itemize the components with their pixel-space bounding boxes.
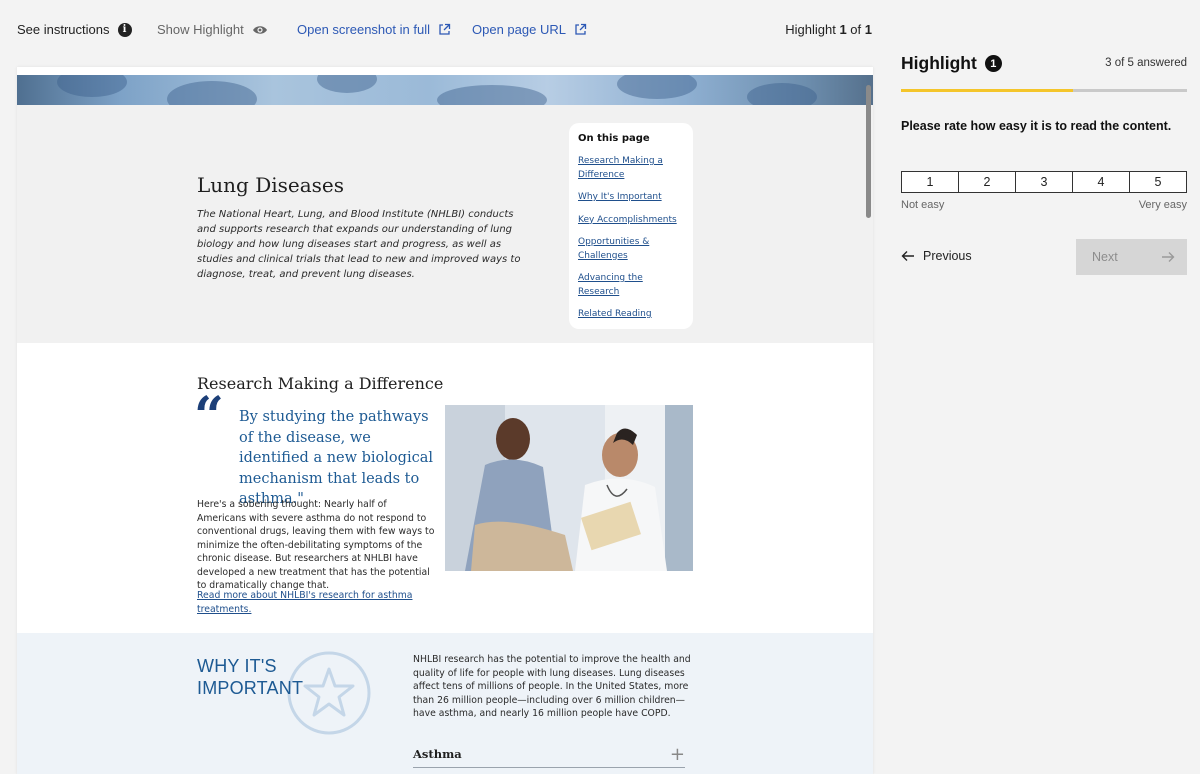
pull-quote: By studying the pathways of the disease,…	[239, 409, 433, 507]
toc-link-why-important[interactable]: Why It's Important	[578, 191, 684, 205]
open-screenshot-label: Open screenshot in full	[297, 22, 430, 37]
toc-link-related-reading[interactable]: Related Reading	[578, 308, 684, 322]
eye-icon	[252, 25, 267, 34]
toc-link-research[interactable]: Research Making a Difference	[578, 155, 684, 182]
screenshot-viewer[interactable]: Lung Diseases The National Heart, Lung, …	[17, 67, 873, 774]
toolbar: See instructions i Show Highlight Open s…	[0, 0, 890, 60]
page-title: Lung Diseases	[197, 173, 345, 197]
plus-icon[interactable]: +	[670, 744, 685, 765]
highlight-total: 1	[864, 22, 872, 37]
open-page-url-link[interactable]: Open page URL	[472, 22, 587, 37]
rating-panel: Highlight 1 3 of 5 answered Please rate …	[901, 0, 1187, 774]
why-important-section: WHY IT'S IMPORTANT NHLBI research has th…	[17, 633, 873, 774]
arrow-right-icon	[1162, 252, 1175, 262]
scrollbar-thumb[interactable]	[866, 85, 871, 218]
panel-title-label: Highlight	[901, 53, 977, 73]
external-link-icon	[439, 23, 451, 35]
highlight-current: 1	[839, 22, 847, 37]
rating-option-1[interactable]: 1	[902, 172, 958, 192]
toc-link-advancing-research[interactable]: Advancing the Research	[578, 272, 684, 299]
scale-max-label: Very easy	[1138, 199, 1187, 211]
see-instructions-button[interactable]: See instructions i	[17, 22, 132, 37]
highlight-counter: Highlight 1 of 1	[785, 22, 872, 37]
rating-option-5[interactable]: 5	[1129, 172, 1186, 192]
progress-bar-fill	[901, 89, 1073, 92]
info-icon: i	[117, 22, 132, 37]
hero-banner-image	[17, 75, 873, 105]
previous-label: Previous	[923, 249, 972, 263]
toc-link-key-accomplishments[interactable]: Key Accomplishments	[578, 214, 684, 228]
answered-count: 3 of 5 answered	[1105, 57, 1187, 69]
highlight-of: of	[850, 22, 862, 37]
toc-title: On this page	[578, 133, 650, 144]
highlight-number-badge: 1	[984, 55, 1002, 72]
read-more-link[interactable]: Read more about NHLBI's research for ast…	[197, 589, 417, 616]
next-label: Next	[1092, 250, 1118, 264]
doctor-patient-photo	[445, 405, 693, 571]
rating-option-2[interactable]: 2	[958, 172, 1015, 192]
see-instructions-label: See instructions	[17, 22, 110, 37]
panel-title: Highlight 1	[901, 53, 1002, 74]
question-text: Please rate how easy it is to read the c…	[901, 119, 1172, 133]
asthma-accordion-label: Asthma	[413, 747, 462, 761]
previous-button[interactable]: Previous	[901, 249, 972, 263]
arrow-left-icon	[901, 251, 914, 261]
quote-mark-icon: “	[194, 386, 224, 447]
open-screenshot-link[interactable]: Open screenshot in full	[297, 22, 451, 37]
next-button[interactable]: Next	[1076, 239, 1187, 275]
research-section-title: Research Making a Difference	[197, 374, 444, 393]
why-important-text: NHLBI research has the potential to impr…	[413, 654, 691, 719]
rating-option-3[interactable]: 3	[1015, 172, 1072, 192]
highlight-counter-prefix: Highlight	[785, 22, 836, 37]
on-this-page-nav: On this page Research Making a Differenc…	[569, 123, 693, 329]
show-highlight-label: Show Highlight	[157, 22, 244, 37]
toc-link-opportunities[interactable]: Opportunities & Challenges	[578, 236, 684, 263]
research-body: Here's a sobering thought: Nearly half o…	[197, 499, 435, 591]
open-page-url-label: Open page URL	[472, 22, 566, 37]
scale-min-label: Not easy	[901, 199, 945, 211]
intro-paragraph: The National Heart, Lung, and Blood Inst…	[197, 209, 521, 280]
asthma-accordion[interactable]: Asthma +	[413, 741, 685, 768]
external-link-icon	[575, 23, 587, 35]
rating-option-4[interactable]: 4	[1072, 172, 1129, 192]
rating-scale: 1 2 3 4 5	[901, 171, 1187, 193]
progress-bar	[901, 89, 1187, 92]
why-important-title: WHY IT'S IMPORTANT	[197, 656, 304, 698]
show-highlight-button[interactable]: Show Highlight	[157, 22, 268, 37]
